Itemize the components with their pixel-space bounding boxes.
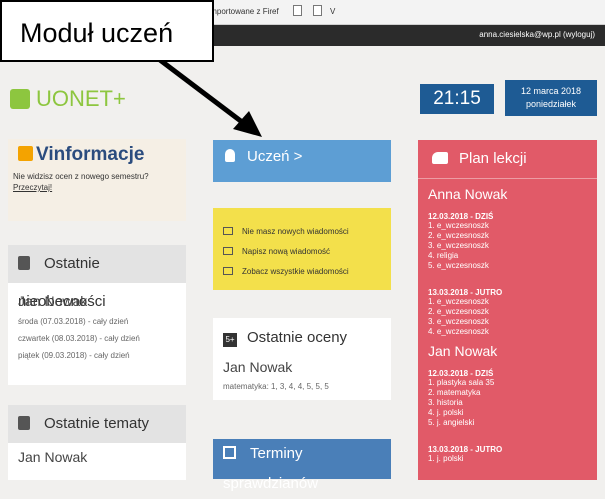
annotation-callout: Moduł uczeń <box>0 0 214 62</box>
annotation-arrow <box>158 58 262 137</box>
